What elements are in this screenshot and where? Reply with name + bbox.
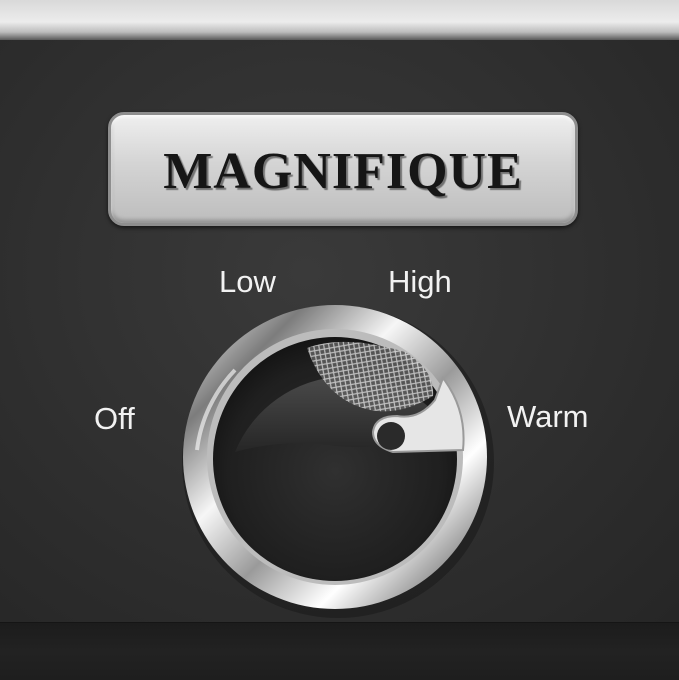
chrome-top-trim [0,0,679,40]
brand-name: MAGNIFIQUE [163,142,523,200]
bottom-edge-strip [0,622,679,680]
brand-badge: MAGNIFIQUE [108,112,578,226]
setting-label-low: Low [219,264,276,299]
pointer-notch [377,422,405,450]
slow-cooker-control-panel: MAGNIFIQUE Low High Off Warm [0,0,679,680]
setting-label-warm: Warm [507,399,589,434]
temperature-dial-knob[interactable] [175,300,505,620]
setting-label-high: High [388,264,452,299]
setting-label-off: Off [94,401,135,436]
